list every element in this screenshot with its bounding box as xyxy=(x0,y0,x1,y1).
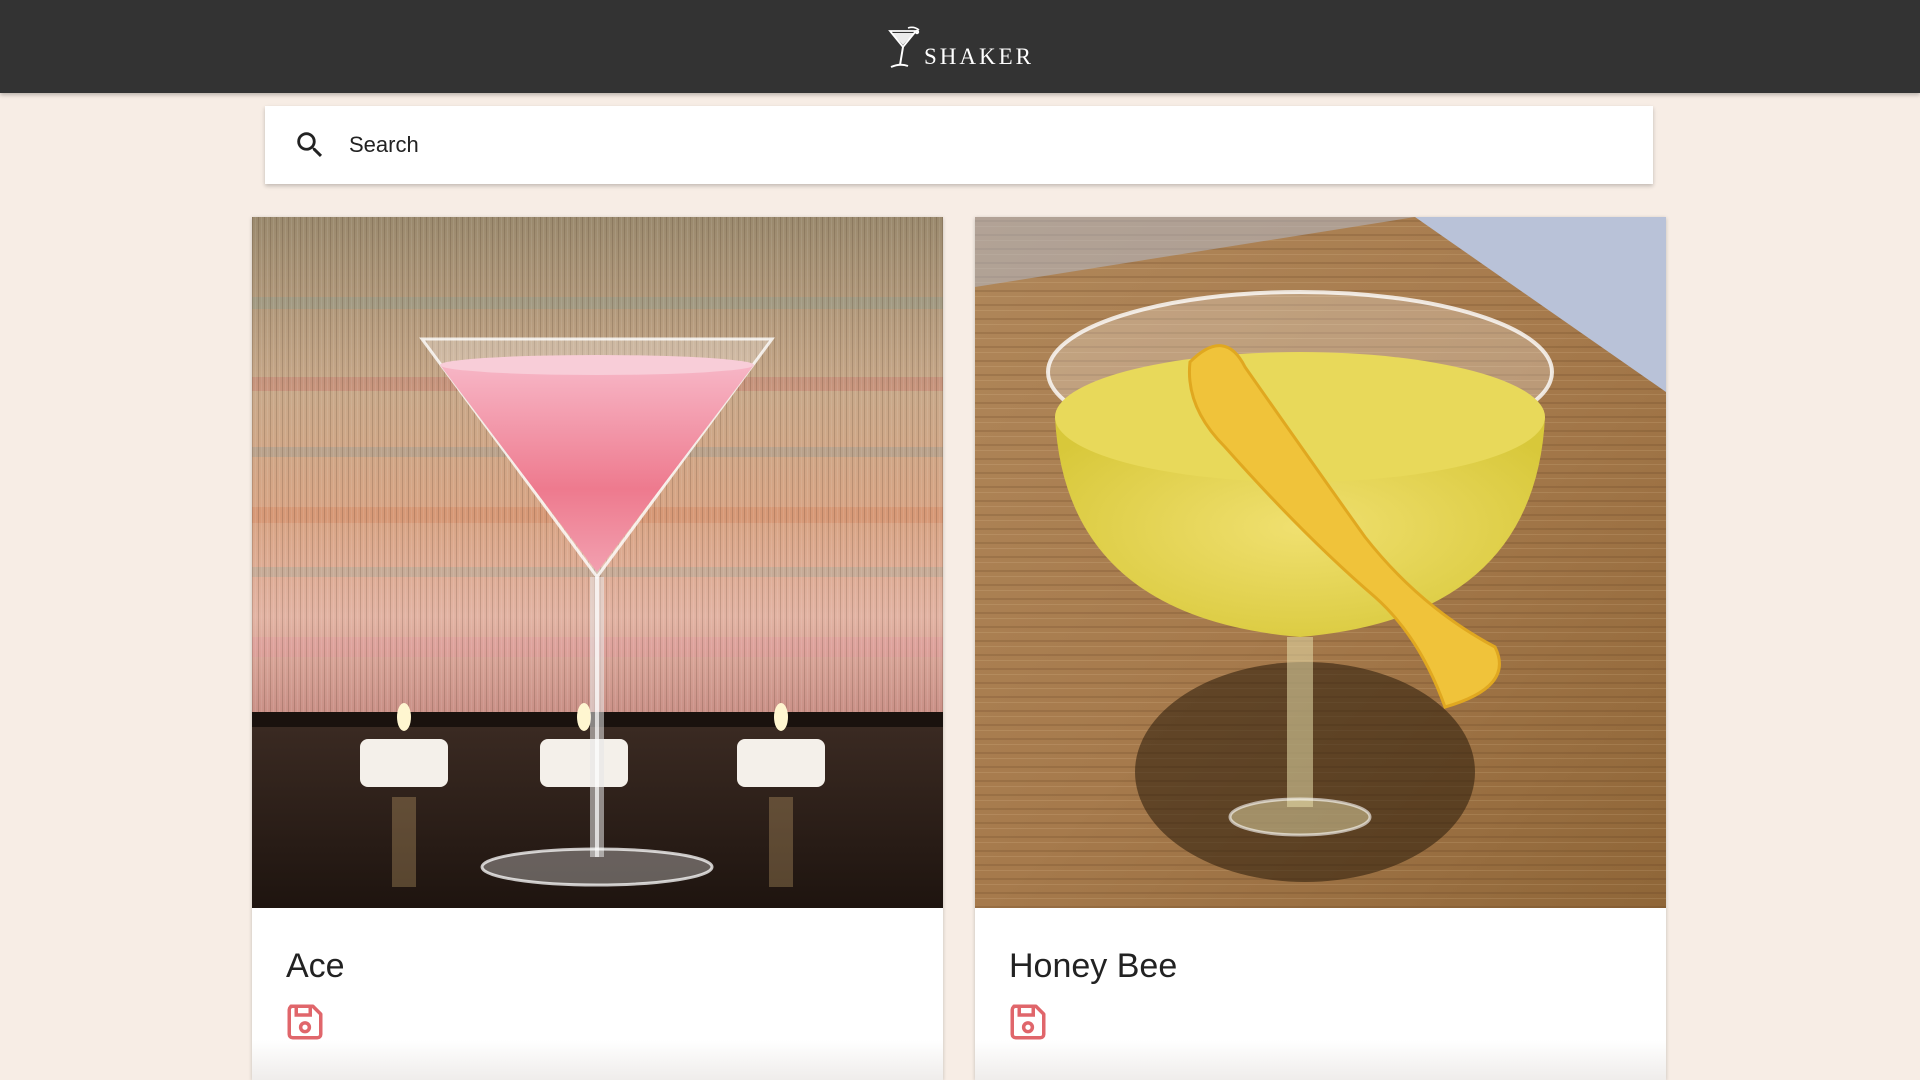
cocktail-photo-ace[interactable] xyxy=(252,217,943,908)
top-app-bar: SHAKER xyxy=(0,0,1920,93)
cocktail-title[interactable]: Ace xyxy=(286,947,345,986)
card-bottom-fade xyxy=(252,1040,943,1080)
brand-name: SHAKER xyxy=(923,43,1034,69)
cocktail-photo-honey-bee[interactable] xyxy=(975,217,1666,908)
search-input[interactable] xyxy=(349,132,1549,158)
cocktail-card-honey-bee[interactable]: Honey Bee xyxy=(975,217,1666,1080)
martini-glass-icon xyxy=(888,26,920,68)
cocktail-title[interactable]: Honey Bee xyxy=(1009,947,1177,986)
card-bottom-fade xyxy=(975,1040,1666,1080)
search-bar[interactable] xyxy=(265,106,1653,184)
search-icon[interactable] xyxy=(293,128,327,162)
save-icon[interactable] xyxy=(284,1001,326,1043)
brand-logo[interactable]: SHAKER xyxy=(886,25,1034,71)
save-icon[interactable] xyxy=(1007,1001,1049,1043)
cocktail-card-ace[interactable]: Ace xyxy=(252,217,943,1080)
